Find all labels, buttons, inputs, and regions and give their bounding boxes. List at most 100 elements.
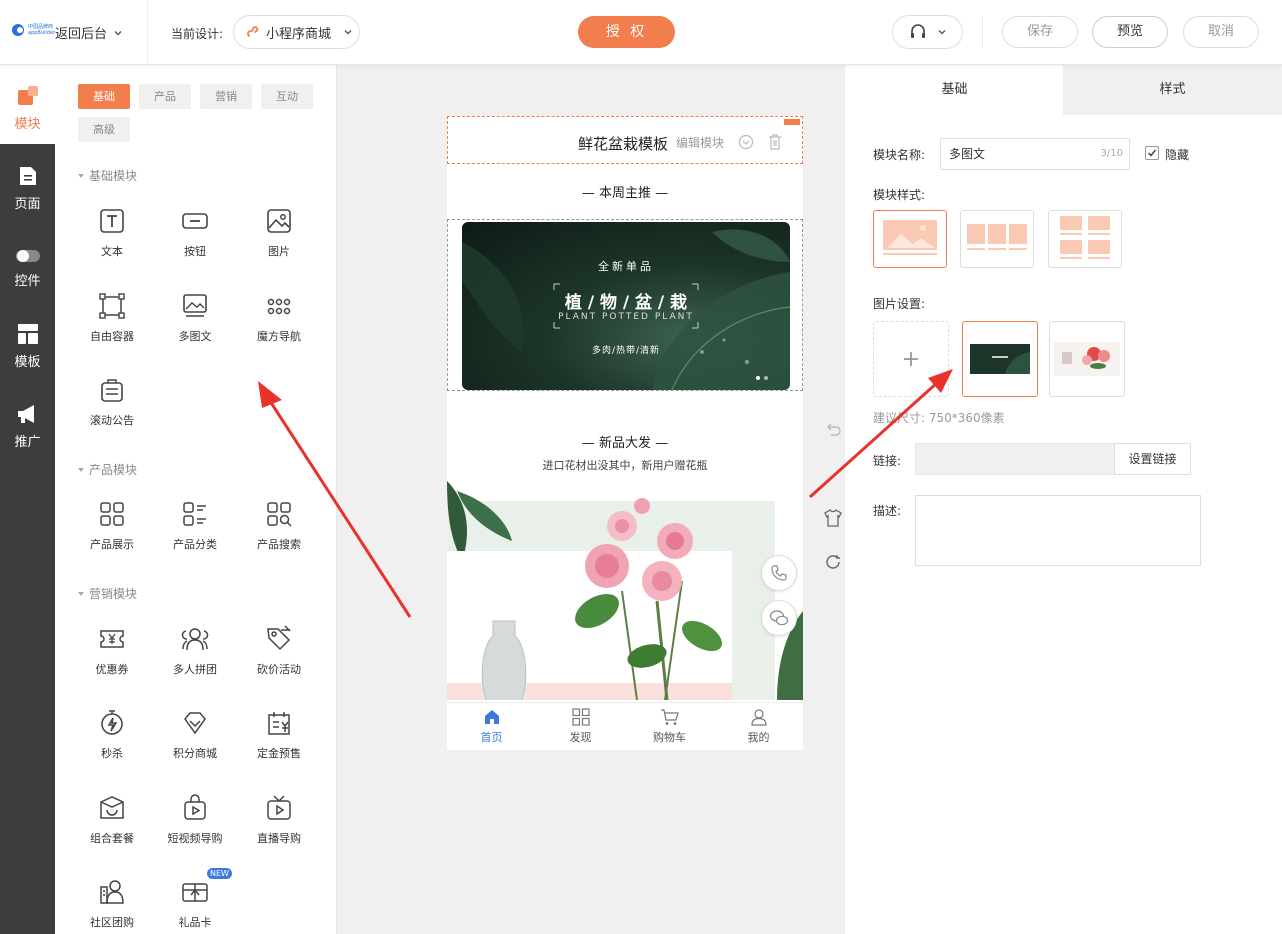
- module-free-container[interactable]: 自由容器: [70, 292, 154, 344]
- preview-button[interactable]: 预览: [1092, 16, 1168, 48]
- banner-tagline: 多肉/热带/清新: [591, 346, 661, 356]
- section-header-marketing[interactable]: 营销模块: [78, 585, 137, 602]
- module-coupon[interactable]: 优惠券: [70, 625, 154, 677]
- tab-cart[interactable]: 购物车: [625, 703, 714, 750]
- design-select[interactable]: 小程序商城: [233, 15, 360, 49]
- image-thumb-1[interactable]: [962, 321, 1038, 397]
- module-name-input[interactable]: 多图文 3/10: [940, 138, 1130, 170]
- rail-item-promote[interactable]: 推广: [0, 403, 55, 450]
- module-flash-sale[interactable]: 秒杀: [70, 709, 154, 761]
- headset-icon: [910, 24, 925, 38]
- add-image-button[interactable]: +: [873, 321, 949, 397]
- module-gift-card[interactable]: 礼品卡: [153, 878, 237, 930]
- rail-item-module[interactable]: 模块: [0, 85, 55, 132]
- style-option-grid[interactable]: [1048, 210, 1122, 268]
- rail-item-template[interactable]: 模板: [0, 323, 55, 370]
- theme-button[interactable]: [823, 508, 843, 528]
- module-scroll-notice[interactable]: 滚动公告: [70, 376, 154, 428]
- hide-checkbox[interactable]: [1145, 146, 1159, 160]
- module-image[interactable]: 图片: [237, 207, 321, 259]
- module-live-guide[interactable]: 直播导购: [237, 794, 321, 846]
- carousel-dot[interactable]: [756, 376, 760, 380]
- module-label: 秒杀: [101, 747, 123, 760]
- user-icon: [750, 709, 767, 726]
- module-label: 产品展示: [90, 538, 134, 551]
- tab-home[interactable]: 首页: [447, 703, 536, 750]
- design-canvas: 鲜花盆栽模板 编辑模块 — 本周主推 — 全新单品 植 / 物 / 盆 / 栽 …: [337, 65, 845, 934]
- collapse-triangle-icon: [78, 591, 84, 596]
- banner-kicker: 全新单品: [598, 260, 654, 273]
- module-group-buy[interactable]: 多人拼团: [153, 625, 237, 677]
- module-deposit-presale[interactable]: 定金预售: [237, 709, 321, 761]
- rail-label-page: 页面: [14, 197, 41, 212]
- module-label: 产品分类: [173, 538, 217, 551]
- module-text[interactable]: 文本: [70, 207, 154, 259]
- rail-item-page[interactable]: 页面: [0, 165, 55, 212]
- back-to-admin-label: 返回后台: [55, 27, 108, 42]
- properties-panel: 基础 样式 模块名称: 多图文 3/10 隐藏 模块样式: 图片设置: + 建议…: [845, 65, 1282, 934]
- module-short-video[interactable]: 短视频导购: [153, 794, 237, 846]
- undo-icon: [827, 423, 841, 436]
- tab-discover[interactable]: 发现: [536, 703, 625, 750]
- text-icon: [100, 209, 124, 233]
- back-to-admin-button[interactable]: 返回后台: [55, 23, 123, 42]
- tab-mine[interactable]: 我的: [714, 703, 803, 750]
- module-label: 短视频导购: [167, 832, 223, 845]
- module-edit-toolbar: 编辑模块: [670, 127, 798, 157]
- set-link-button[interactable]: 设置链接: [1114, 443, 1191, 475]
- chevron-down-icon: [344, 30, 352, 35]
- module-product-category[interactable]: 产品分类: [153, 500, 237, 552]
- tab-basic[interactable]: 基础: [845, 65, 1064, 115]
- module-multi-image-text[interactable]: 多图文: [153, 292, 237, 344]
- edit-module-button[interactable]: 编辑模块: [676, 134, 724, 151]
- module-bargain[interactable]: 砍价活动: [237, 625, 321, 677]
- miniprogram-icon: [247, 26, 259, 37]
- page-header-module[interactable]: 鲜花盆栽模板 编辑模块: [447, 116, 803, 164]
- cancel-button[interactable]: 取消: [1183, 16, 1259, 48]
- category-tab-interaction[interactable]: 互动: [261, 84, 313, 109]
- tab-style[interactable]: 样式: [1063, 65, 1282, 115]
- phone-preview[interactable]: 鲜花盆栽模板 编辑模块 — 本周主推 — 全新单品 植 / 物 / 盆 / 栽 …: [447, 116, 803, 750]
- multi-image-text-module[interactable]: 全新单品 植 / 物 / 盆 / 栽 PLANT POTTED PLANT 多肉…: [447, 219, 803, 391]
- category-tab-marketing[interactable]: 营销: [200, 84, 252, 109]
- design-select-value: 小程序商城: [266, 26, 332, 42]
- collapse-triangle-icon: [78, 467, 84, 472]
- page-title: 鲜花盆栽模板: [578, 135, 669, 153]
- style-option-triple[interactable]: [960, 210, 1034, 268]
- category-tab-basic[interactable]: 基础: [78, 84, 130, 109]
- chevron-circle-down-icon[interactable]: [738, 134, 754, 150]
- module-magic-nav[interactable]: 魔方导航: [237, 292, 321, 344]
- banner-image: 全新单品 植 / 物 / 盆 / 栽 PLANT POTTED PLANT 多肉…: [462, 222, 790, 390]
- grid-icon: [571, 708, 590, 726]
- undo-button[interactable]: [823, 420, 843, 440]
- section-header-basic[interactable]: 基础模块: [78, 167, 137, 184]
- tag-icon: [267, 625, 291, 651]
- module-community-group[interactable]: 社区团购: [70, 878, 154, 930]
- category-tab-product[interactable]: 产品: [139, 84, 191, 109]
- wechat-button[interactable]: [761, 600, 797, 636]
- tab-label: 我的: [747, 731, 770, 744]
- category-tab-advanced[interactable]: 高级: [78, 117, 130, 142]
- rail-label-promote: 推广: [14, 435, 41, 450]
- trash-icon[interactable]: [768, 134, 782, 150]
- authorize-button[interactable]: 授 权: [578, 16, 675, 48]
- style-option-single[interactable]: [873, 210, 947, 268]
- module-combo[interactable]: 组合套餐: [70, 794, 154, 846]
- tab-label: 购物车: [653, 731, 686, 744]
- image-thumb-2[interactable]: [1049, 321, 1125, 397]
- module-label: 自由容器: [90, 330, 134, 343]
- description-textarea[interactable]: [915, 495, 1201, 566]
- save-button[interactable]: 保存: [1002, 16, 1078, 48]
- product-image-block[interactable]: [447, 481, 803, 700]
- link-input[interactable]: [915, 443, 1115, 475]
- rail-item-control[interactable]: 控件: [0, 248, 55, 289]
- module-product-search[interactable]: 产品搜索: [237, 500, 321, 552]
- phone-call-button[interactable]: [761, 555, 797, 591]
- module-product-show[interactable]: 产品展示: [70, 500, 154, 552]
- section-header-product[interactable]: 产品模块: [78, 461, 137, 478]
- module-points-mall[interactable]: 积分商城: [153, 709, 237, 761]
- module-button[interactable]: 按钮: [153, 207, 237, 259]
- refresh-button[interactable]: [823, 552, 843, 572]
- customer-service-button[interactable]: [892, 15, 963, 49]
- carousel-dot[interactable]: [764, 376, 768, 380]
